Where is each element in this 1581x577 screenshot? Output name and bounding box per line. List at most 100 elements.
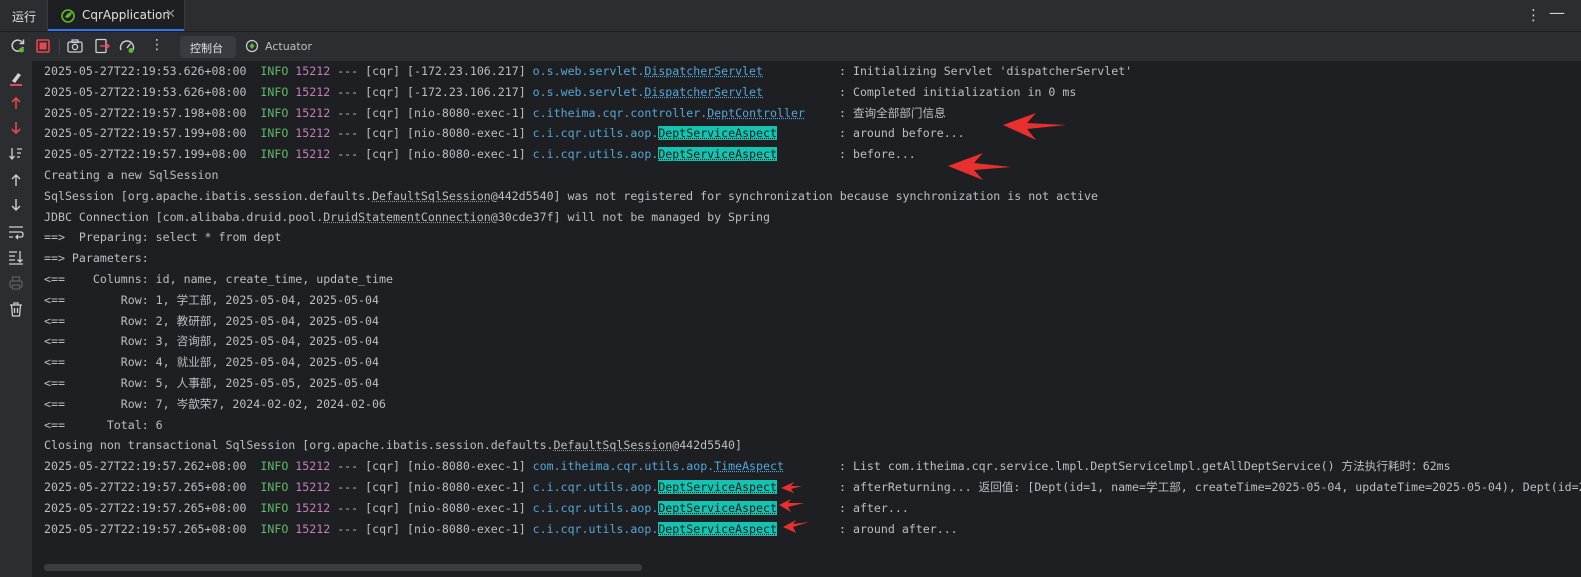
log-line: 2025-05-27T22:19:53.626+08:00 INFO 15212…	[44, 61, 1132, 81]
log-logger[interactable]: com.itheima.cqr.utils.aop.TimeAspect	[533, 459, 784, 473]
sql-log-text: @30cde37f] will not be managed by Spring	[490, 209, 770, 224]
log-thread: [-172.23.106.217]	[407, 64, 526, 78]
sql-log-line: <== Row: 4, 就业部, 2025-05-04, 2025-05-04	[44, 352, 379, 372]
logger-class-highlighted: DeptServiceAspect	[658, 126, 777, 141]
console-output[interactable]: 2025-05-27T22:19:53.626+08:00 INFO 15212…	[33, 61, 1581, 577]
log-message: : around after...	[839, 521, 958, 536]
logger-class-highlighted: DeptServiceAspect	[658, 521, 777, 536]
sql-log-text: <== Row: 5, 人事部, 2025-05-05, 2025-05-04	[44, 376, 379, 390]
sql-log-text: @442d5540]	[672, 438, 743, 453]
log-timestamp: 2025-05-27T22:19:53.626+08:00	[44, 64, 247, 78]
log-pid: 15212	[295, 84, 331, 99]
logger-class: DeptController	[707, 105, 805, 120]
log-logger[interactable]: o.s.web.servlet.DispatcherServlet	[533, 85, 763, 99]
log-app-name: [cqr]	[365, 459, 401, 474]
scroll-up-icon[interactable]	[7, 171, 25, 189]
log-separator: ---	[337, 480, 359, 494]
log-level: INFO	[260, 84, 289, 99]
title-bar: 运行 CqrApplication ✕ ⋮ —	[0, 0, 1581, 32]
log-pid: 15212	[295, 521, 331, 536]
active-tab-indicator	[48, 29, 184, 31]
log-thread: [nio-8080-exec-1]	[407, 105, 526, 120]
tab-console-label: 控制台	[190, 42, 223, 55]
scroll-down-icon[interactable]	[7, 196, 25, 214]
log-logger[interactable]: o.s.web.servlet.DispatcherServlet	[533, 64, 763, 78]
log-app-name: [cqr]	[365, 64, 401, 78]
logger-package: c.i.cqr.utils.aop.	[532, 126, 659, 141]
log-separator: ---	[337, 64, 359, 78]
log-level: INFO	[260, 480, 289, 494]
log-timestamp: 2025-05-27T22:19:57.199+08:00	[44, 147, 247, 162]
log-thread: [nio-8080-exec-1]	[407, 521, 526, 536]
log-logger[interactable]: c.i.cqr.utils.aop.DeptServiceAspect	[533, 147, 777, 162]
sql-log-line: SqlSession [org.apache.ibatis.session.de…	[44, 186, 1098, 206]
log-separator: ---	[337, 105, 359, 120]
log-message: : List com.itheima.cqr.service.lmpl.Dept…	[839, 459, 1451, 474]
sql-log-line: ==> Preparing: select * from dept	[44, 227, 281, 247]
log-message: : Initializing Servlet 'dispatcherServle…	[839, 64, 1133, 78]
log-separator: ---	[337, 84, 359, 99]
log-app-name: [cqr]	[365, 126, 401, 141]
rerun-icon[interactable]	[9, 37, 27, 55]
highlight-icon[interactable]	[7, 70, 25, 88]
log-separator: ---	[337, 147, 359, 162]
sql-log-line: Closing non transactional SqlSession [or…	[44, 435, 742, 455]
log-thread: [nio-8080-exec-1]	[407, 500, 526, 515]
sort-icon[interactable]	[7, 145, 25, 163]
scroll-to-end-icon[interactable]	[7, 248, 25, 266]
sql-log-text: <== Total: 6	[44, 417, 163, 432]
soft-wrap-icon[interactable]	[7, 223, 25, 241]
log-line: 2025-05-27T22:19:57.199+08:00 INFO 15212…	[44, 144, 916, 164]
log-separator: ---	[337, 500, 359, 515]
log-logger[interactable]: c.i.cqr.utils.aop.DeptServiceAspect	[533, 521, 777, 536]
log-line: 2025-05-27T22:19:57.265+08:00 INFO 15212…	[44, 498, 909, 518]
log-thread: [-172.23.106.217]	[407, 84, 526, 99]
exit-icon[interactable]	[93, 37, 111, 55]
minimize-icon[interactable]: —	[1549, 3, 1565, 22]
next-error-icon[interactable]	[7, 119, 25, 137]
more-options-icon[interactable]: ⋮	[1526, 6, 1541, 24]
logger-class: TimeAspect	[714, 459, 784, 474]
log-timestamp: 2025-05-27T22:19:57.198+08:00	[44, 105, 247, 120]
sql-log-text: @442d5540] was not registered for synchr…	[490, 188, 1098, 203]
previous-error-icon[interactable]	[7, 94, 25, 112]
toolbar-divider	[59, 39, 60, 54]
run-toolbar: ⋮ 控制台 Actuator	[0, 32, 1581, 61]
close-icon[interactable]: ✕	[165, 7, 176, 22]
log-level: INFO	[260, 147, 289, 162]
trash-icon[interactable]	[7, 300, 25, 318]
sql-log-line: <== Columns: id, name, create_time, upda…	[44, 269, 393, 289]
run-tool-window-label[interactable]: 运行	[12, 8, 36, 25]
sql-log-line: <== Row: 1, 学工部, 2025-05-04, 2025-05-04	[44, 290, 379, 310]
print-icon	[9, 276, 23, 290]
log-logger[interactable]: c.i.cqr.utils.aop.DeptServiceAspect	[533, 500, 777, 515]
camera-icon[interactable]	[66, 37, 84, 55]
logger-package: o.s.web.servlet.	[532, 84, 645, 99]
sql-log-class-link: DefaultSqlSession	[553, 438, 673, 453]
more-icon[interactable]: ⋮	[150, 37, 164, 53]
log-app-name: [cqr]	[365, 521, 401, 536]
horizontal-scrollbar[interactable]	[44, 564, 642, 571]
logger-class: DispatcherServlet	[644, 64, 764, 78]
log-line: 2025-05-27T22:19:57.265+08:00 INFO 15212…	[44, 519, 958, 539]
log-logger[interactable]: c.i.cqr.utils.aop.DeptServiceAspect	[532, 126, 777, 141]
tab-cqr-application[interactable]: CqrApplication ✕	[47, 0, 185, 31]
log-message: : before...	[839, 147, 916, 162]
log-level: INFO	[260, 126, 289, 141]
sql-log-line: JDBC Connection [com.alibaba.druid.pool.…	[44, 207, 770, 227]
log-line: 2025-05-27T22:19:57.198+08:00 INFO 15212…	[44, 103, 946, 123]
log-logger[interactable]: c.i.cqr.utils.aop.DeptServiceAspect	[533, 480, 777, 494]
log-thread: [nio-8080-exec-1]	[407, 147, 526, 162]
log-thread: [nio-8080-exec-1]	[407, 126, 526, 141]
gauge-icon[interactable]	[118, 37, 136, 55]
sql-log-text: ==> Parameters:	[44, 251, 156, 266]
log-message: : afterReturning... 返回值: [Dept(id=1, nam…	[839, 480, 1581, 494]
log-logger[interactable]: c.itheima.cqr.controller.DeptController	[533, 106, 805, 120]
tab-actuator[interactable]: Actuator	[245, 32, 315, 61]
sql-log-class-link: DefaultSqlSession	[372, 188, 491, 203]
log-message: : 查询全部部门信息	[839, 105, 946, 120]
log-level: INFO	[260, 500, 289, 515]
stop-icon[interactable]	[34, 37, 52, 55]
log-separator: ---	[337, 126, 359, 141]
tab-console[interactable]: 控制台	[180, 32, 236, 61]
